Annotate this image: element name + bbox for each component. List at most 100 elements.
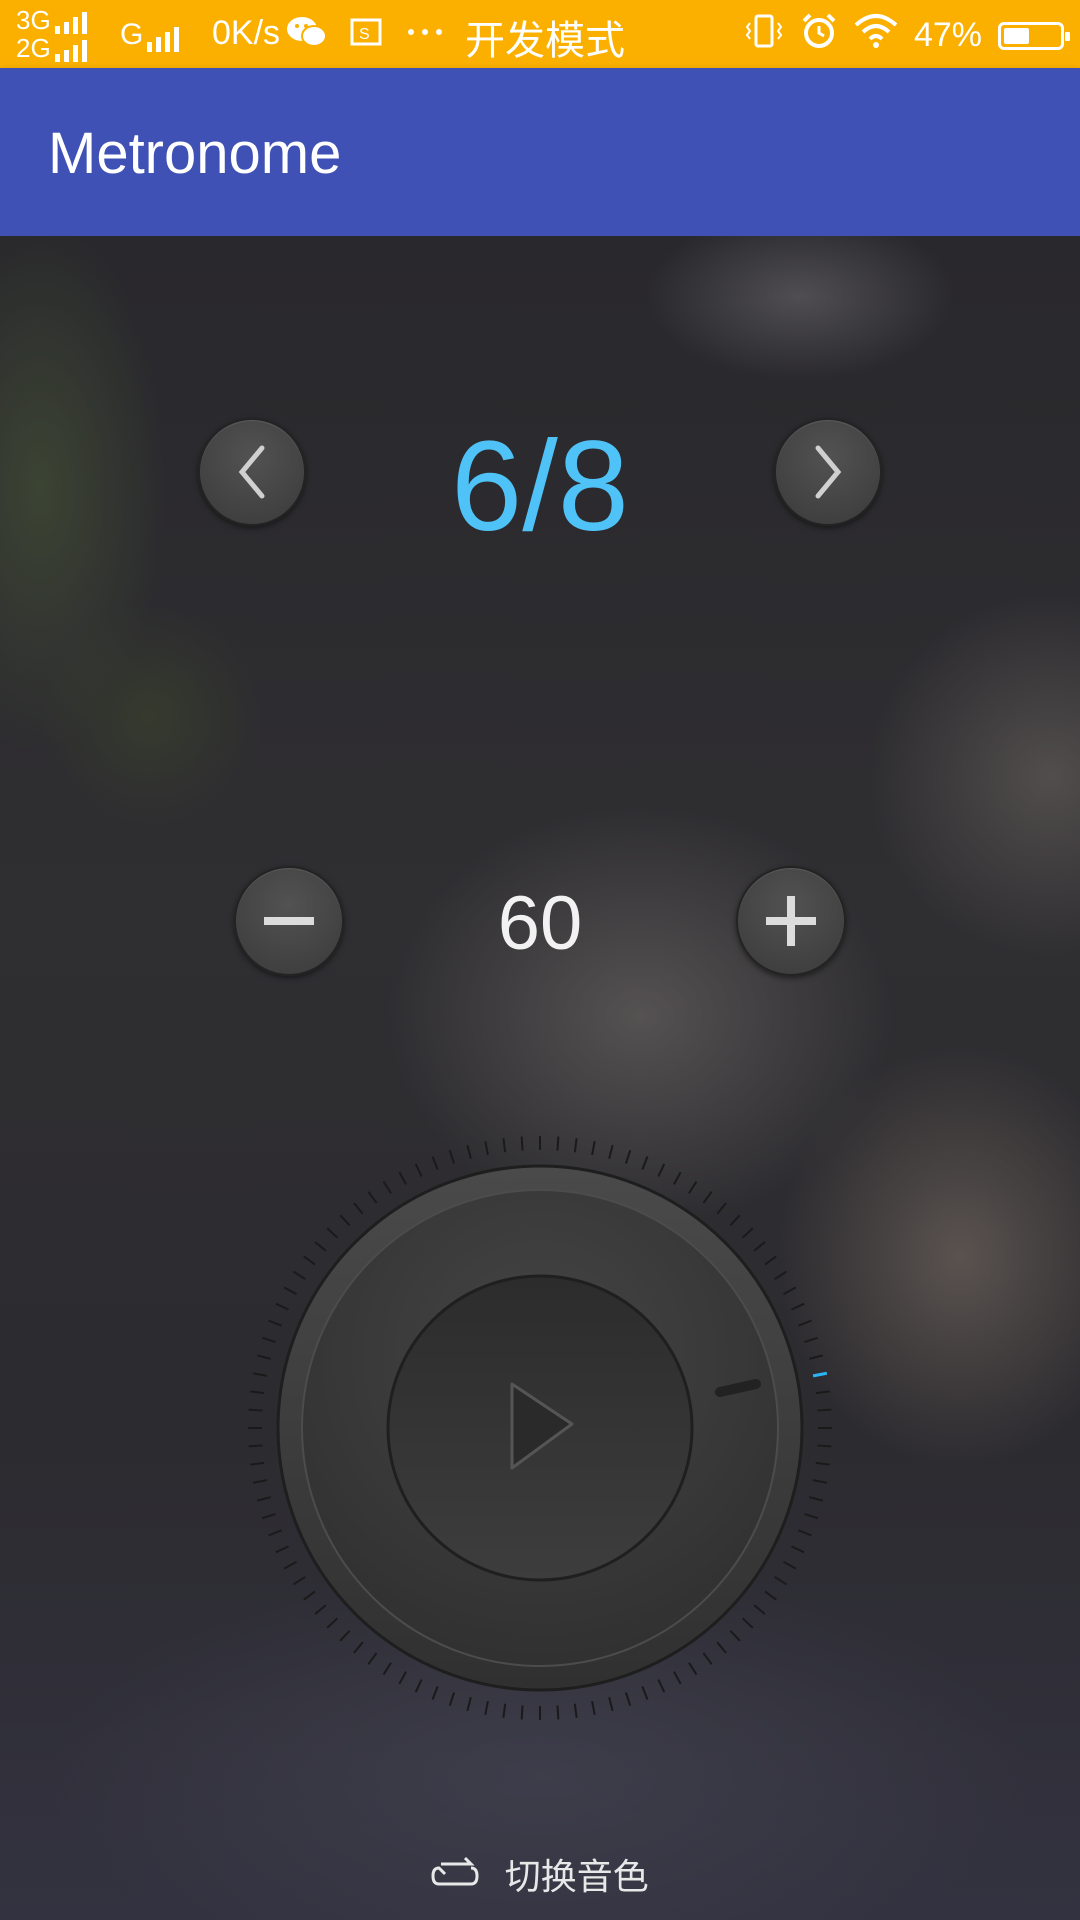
dial-tick: [657, 1679, 666, 1693]
dial-tick: [252, 1372, 268, 1377]
dial-tick: [804, 1336, 819, 1344]
dial-tick: [804, 1512, 819, 1520]
dial-tick: [382, 1180, 392, 1194]
dial-tick: [466, 1144, 472, 1159]
dial-tick: [398, 1671, 407, 1685]
signal-icon: [147, 18, 183, 52]
developer-mode-label: 开发模式: [465, 18, 625, 64]
wechat-icon: [286, 17, 347, 58]
dial-tick: [382, 1662, 392, 1676]
dial-tick: [326, 1227, 339, 1239]
dial-tick: [520, 1705, 524, 1720]
dial-tick: [303, 1590, 316, 1601]
dial-tick: [353, 1641, 364, 1654]
dial-tick: [688, 1180, 698, 1194]
increase-tempo-button[interactable]: [736, 866, 846, 976]
dial-tick: [484, 1140, 489, 1156]
dial-tick: [431, 1686, 439, 1700]
screenshot-icon: S: [347, 18, 404, 58]
dial-tick: [753, 1604, 766, 1615]
dial-tick: [783, 1561, 797, 1570]
next-signature-button[interactable]: [774, 418, 882, 526]
prev-signature-button[interactable]: [198, 418, 306, 526]
dial-tick: [256, 1496, 271, 1502]
dial-tick: [448, 1149, 456, 1164]
dial-tick: [702, 1191, 713, 1204]
dial-tick: [520, 1136, 524, 1151]
dial-tick: [688, 1662, 698, 1676]
dial-tick: [641, 1686, 649, 1700]
dial-tick: [673, 1171, 682, 1185]
dial-tick: [292, 1270, 306, 1280]
network-indicator: 3G 2G: [16, 6, 91, 62]
dial-tick: [812, 1371, 828, 1378]
chevron-right-icon: [815, 445, 842, 499]
tempo-value: 60: [497, 881, 583, 966]
dial-tick: [292, 1576, 306, 1586]
network-type-top: 3G: [16, 5, 51, 35]
dial-tick: [268, 1529, 282, 1537]
dial-tick: [275, 1545, 289, 1554]
signal-icon: [54, 34, 91, 62]
dial-tick: [657, 1163, 666, 1177]
dial-tick: [398, 1171, 407, 1185]
dial-tick: [250, 1390, 265, 1395]
tempo-dial[interactable]: [240, 1120, 840, 1720]
dial-tick: [729, 1629, 741, 1642]
dial-tick: [815, 1461, 830, 1466]
dial-tick: [502, 1138, 507, 1153]
dial-tick: [256, 1354, 271, 1360]
switch-icon: [431, 1856, 479, 1886]
dial-tick: [502, 1703, 507, 1718]
decrease-tempo-button[interactable]: [234, 866, 344, 976]
plus-icon: [766, 896, 816, 946]
dial-tick: [414, 1679, 423, 1693]
dial-tick: [716, 1202, 727, 1215]
dial-tick: [809, 1354, 824, 1360]
dial-tick: [608, 1144, 614, 1159]
dial-tick: [774, 1576, 788, 1586]
dial-tick: [314, 1241, 327, 1252]
dial-tick: [817, 1444, 832, 1448]
dial-tick: [641, 1156, 649, 1170]
dial-tick: [250, 1461, 265, 1466]
dial-tick: [809, 1496, 824, 1502]
dial-tick: [283, 1286, 297, 1295]
network-speed: 0K/s: [212, 14, 281, 52]
dial-tick: [339, 1214, 351, 1227]
dial-tick: [774, 1270, 788, 1280]
time-signature: 6/8: [451, 415, 629, 558]
dial-tick: [556, 1705, 560, 1720]
dial-tick: [466, 1697, 472, 1712]
battery-icon: [998, 21, 1070, 50]
svg-text:S: S: [359, 26, 380, 43]
dial-tick: [624, 1149, 632, 1164]
dial-tick: [275, 1302, 289, 1311]
app-bar: Metronome: [0, 68, 1080, 236]
dial-tick: [556, 1136, 560, 1151]
dial-tick: [673, 1671, 682, 1685]
network-type-bottom: 2G: [16, 33, 51, 63]
dial-tick: [729, 1214, 741, 1227]
dial-tick: [741, 1617, 754, 1629]
dial-tick: [573, 1138, 578, 1153]
dial-tick: [702, 1652, 713, 1665]
switch-sound-button[interactable]: 切换音色: [0, 1848, 1080, 1900]
dial-tick: [303, 1255, 316, 1266]
dial-tick: [339, 1629, 351, 1642]
app-title: Metronome: [48, 121, 342, 186]
dial-tick: [591, 1140, 596, 1156]
dial-tick: [753, 1241, 766, 1252]
dial-tick: [716, 1641, 727, 1654]
dial-tick: [268, 1319, 282, 1327]
dial-tick: [624, 1692, 632, 1707]
signal-icon: [54, 6, 91, 34]
dial-tick: [414, 1163, 423, 1177]
dial-tick: [791, 1302, 805, 1311]
dial-tick: [764, 1255, 777, 1266]
more-icon: [405, 20, 445, 58]
dial-tick: [261, 1336, 276, 1344]
dial-tick: [791, 1545, 805, 1554]
dial-tick: [448, 1692, 456, 1707]
dial-tick: [283, 1561, 297, 1570]
